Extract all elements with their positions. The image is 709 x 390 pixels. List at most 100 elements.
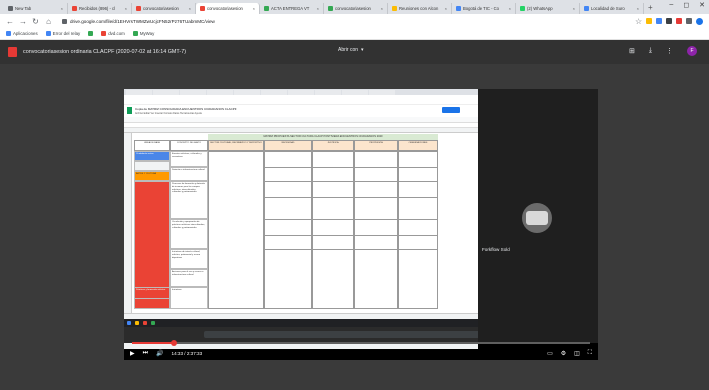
tab-close-icon[interactable]: × (251, 6, 255, 11)
column-justifica (312, 151, 354, 309)
subtitles-icon[interactable]: ▭ (547, 350, 553, 357)
tab-label: Recibidos (896) - cl (79, 6, 116, 11)
extension-icon-4[interactable] (676, 18, 682, 24)
seek-progress (132, 342, 175, 344)
column-headers (124, 129, 478, 133)
tab-close-icon[interactable]: × (443, 6, 447, 11)
tab-favicon-icon (136, 6, 141, 11)
star-icon[interactable]: ☆ (635, 17, 642, 26)
cell-ciudadania: Ciudadanía activa (134, 151, 170, 161)
cell-artes: ARTES Y CULTURA (134, 171, 170, 181)
browser-tab[interactable]: (2) WhatsApp × (516, 3, 580, 14)
browser-tab[interactable]: Localidad de Suro × (580, 3, 644, 14)
browser-tab[interactable]: Bogotá de TIC - Co × (452, 3, 516, 14)
taskbar-icon (127, 321, 131, 325)
tab-favicon-icon (264, 6, 269, 11)
comment-icon[interactable]: ⊞ (629, 47, 635, 55)
cell-empty (134, 161, 170, 171)
seek-bar[interactable] (132, 340, 590, 346)
open-with-button[interactable]: Abrir con ▾ (338, 47, 364, 53)
cell-concepto-4: Circulación y apropiación de prácticas a… (170, 219, 208, 249)
maximize-button[interactable]: ◻ (683, 1, 689, 9)
column-sector (208, 151, 264, 309)
minimize-button[interactable]: – (669, 1, 673, 9)
extension-icon-3[interactable] (666, 18, 672, 24)
more-icon[interactable]: ⋮ (666, 47, 673, 55)
browser-tab[interactable]: New Tab × (4, 3, 68, 14)
video-file-icon (8, 47, 17, 57)
profile-avatar[interactable] (696, 17, 703, 25)
extension-icons: ☆ (635, 17, 703, 26)
chevron-down-icon: ▾ (361, 47, 364, 53)
video-player[interactable]: Copia de MATRIZ CONSOLIDADA ENCUENTROS C… (124, 89, 598, 360)
settings-icon[interactable]: ⚙ (561, 350, 566, 357)
tab-favicon-icon (584, 6, 589, 11)
player-right-controls: ▭ ⚙ ◫ ⛶ (547, 350, 592, 357)
participant-name: Forkflow Sold (482, 247, 510, 252)
cell-concepto-3: Procesos de formación y dotación de insu… (170, 181, 208, 219)
address-bar[interactable]: drive.google.com/file/d/1EHVrsTWMZwUcjcF… (58, 17, 618, 26)
tab-close-icon[interactable]: × (379, 6, 383, 11)
bookmark-apps[interactable]: Aplicaciones (6, 31, 38, 36)
download-icon[interactable]: ⤓ (649, 47, 652, 55)
play-icon[interactable]: ▶ (130, 350, 135, 357)
shared-taskbar (124, 319, 478, 327)
bookmark-3[interactable] (88, 31, 94, 36)
url-text: drive.google.com/file/d/1EHVrsTWMZwUcjcF… (70, 18, 215, 24)
forward-icon[interactable]: → (19, 17, 27, 26)
column-propuesta (354, 151, 398, 309)
back-icon[interactable]: ← (6, 17, 14, 26)
browser-tab[interactable]: convocatoriasesion × (132, 3, 196, 14)
fullscreen-icon[interactable]: ⛶ (588, 350, 592, 357)
tab-favicon-icon (72, 6, 77, 11)
participant-avatar (522, 203, 552, 233)
window-controls: – ◻ ✕ (669, 1, 705, 9)
header-sector: SECTOR CULTURAL, RECREATIVO Y DEPORTIVO (208, 140, 264, 151)
browser-tab[interactable]: Recibidos (896) - cl × (68, 3, 132, 14)
column-necesidad (264, 151, 312, 309)
bookmark-relay[interactable]: Error del relay (45, 31, 80, 36)
tab-favicon-icon (456, 6, 461, 11)
tab-close-icon[interactable]: × (571, 6, 575, 11)
next-icon[interactable]: ⏭ (143, 350, 148, 357)
header-justifica: JUSTIFICA (312, 140, 354, 151)
reload-icon[interactable]: ↻ (32, 17, 39, 26)
file-title: convocatoriasesion ordinaria CLACPF (202… (23, 49, 186, 55)
row-line (264, 181, 438, 182)
bookmark-myway[interactable]: MyWay (132, 31, 154, 36)
browser-tab[interactable]: convocatoriasesion × (324, 3, 388, 14)
browser-toolbar: ← → ↻ ⌂ drive.google.com/file/d/1EHVrsTW… (0, 14, 709, 28)
tab-close-icon[interactable]: × (123, 6, 127, 11)
miniplayer-icon[interactable]: ◫ (574, 350, 580, 357)
browser-tab[interactable]: ACTA ENTREGA VT × (260, 3, 324, 14)
tab-favicon-icon (392, 6, 397, 11)
row-line (264, 167, 438, 168)
sheet-header: Copia de MATRIZ CONSOLIDADA ENCUENTROS C… (124, 105, 478, 117)
volume-icon[interactable]: 🔊 (156, 350, 163, 357)
row-line (264, 249, 438, 250)
header-necesidad: NECESIDAD (264, 140, 312, 151)
extension-icon-5[interactable] (686, 18, 692, 24)
cell-concepto-6: Acciones para el uso y acceso a infraest… (170, 269, 208, 287)
browser-tab[interactable]: convocatoriasesion × (196, 3, 260, 14)
taskbar-icon (151, 321, 155, 325)
browser-tab[interactable]: Reuniones con Alcon × (388, 3, 452, 14)
account-avatar[interactable]: F (687, 46, 697, 56)
home-icon[interactable]: ⌂ (45, 17, 52, 26)
close-window-button[interactable]: ✕ (699, 1, 705, 9)
column-observaciones (398, 151, 438, 309)
tab-close-icon[interactable]: × (315, 6, 319, 11)
tab-label: ACTA ENTREGA VT (271, 6, 310, 11)
header-propuesta: PROPUESTA (354, 140, 398, 151)
tab-label: Localidad de Suro (591, 6, 625, 11)
tab-close-icon[interactable]: × (507, 6, 511, 11)
taskbar-icon (143, 321, 147, 325)
tab-close-icon[interactable]: × (635, 6, 639, 11)
apps-icon (6, 31, 11, 36)
tab-close-icon[interactable]: × (59, 6, 63, 11)
bookmark-dvd[interactable]: dvd.com (101, 31, 125, 36)
extension-icon-1[interactable] (646, 18, 652, 24)
tab-close-icon[interactable]: × (187, 6, 191, 11)
extension-icon-2[interactable] (656, 18, 662, 24)
new-tab-button[interactable]: + (644, 3, 657, 12)
